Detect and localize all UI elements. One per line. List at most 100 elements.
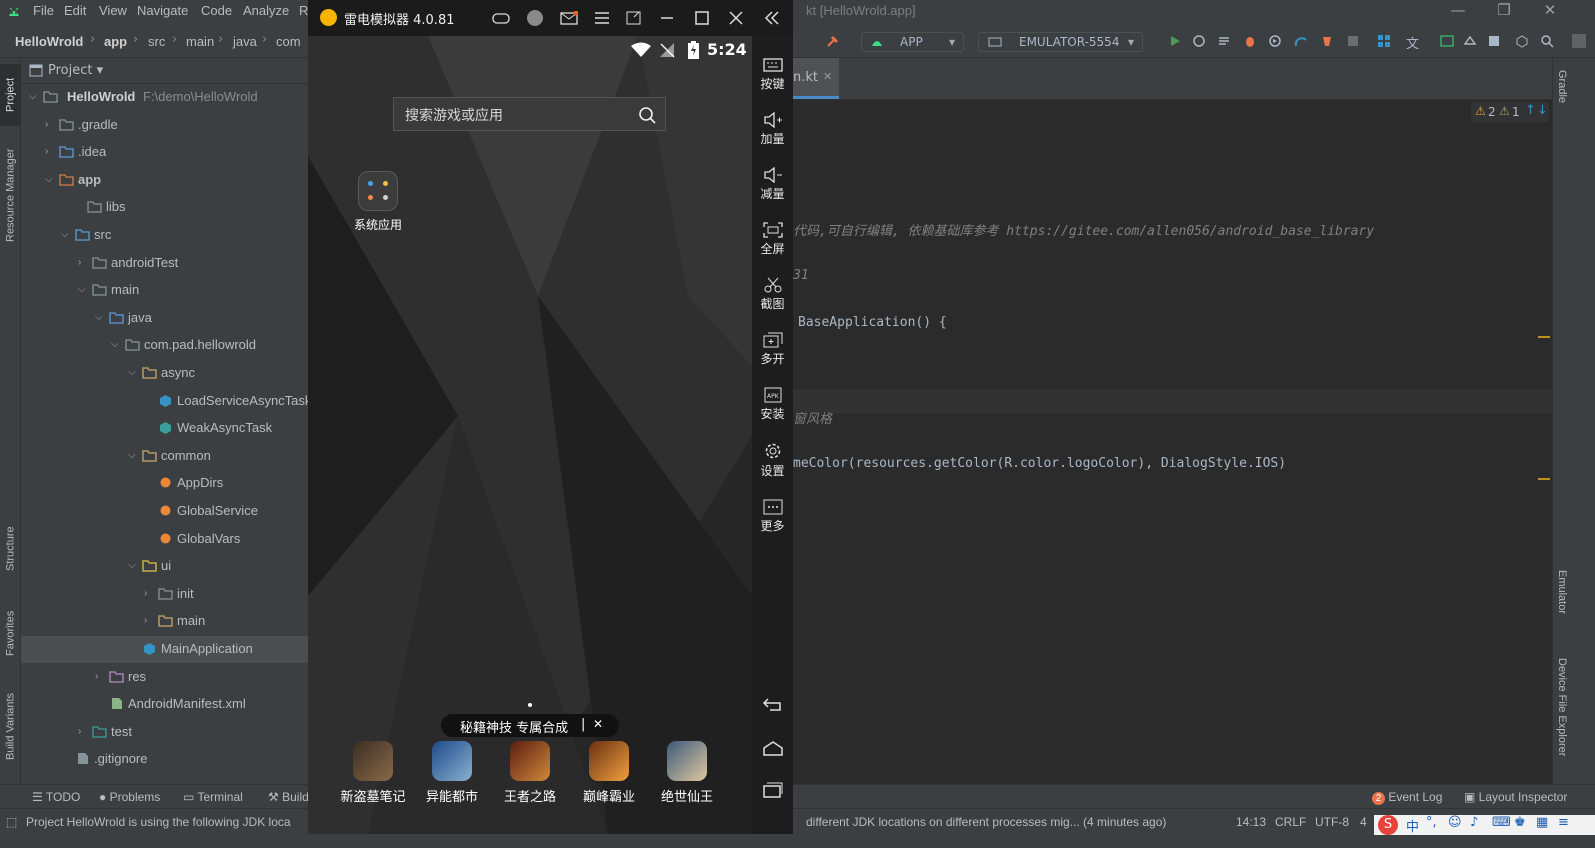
search-input[interactable]: 搜索游戏或应用 — [405, 105, 503, 125]
terminal-icon[interactable] — [1440, 34, 1454, 48]
chevron-right-icon[interactable]: › — [95, 671, 105, 682]
chevron-down-icon[interactable]: ⌵ — [61, 229, 71, 240]
tab-close-icon[interactable]: ✕ — [823, 70, 832, 83]
project-tree-item[interactable]: AppDirs — [21, 470, 313, 497]
stop-icon[interactable] — [1346, 34, 1360, 48]
volume-down-button[interactable]: 减量 — [752, 161, 793, 216]
emulator-close-icon[interactable] — [728, 11, 744, 25]
chevron-right-icon[interactable]: › — [78, 726, 88, 737]
avd-manager-icon[interactable] — [1487, 34, 1501, 48]
multi-instance-button[interactable]: 多开 — [752, 326, 793, 381]
tool-window-emulator[interactable]: Emulator — [1556, 570, 1568, 614]
ime-keyboard-icon[interactable]: ⌨ — [1492, 815, 1511, 830]
gamepad-icon[interactable] — [492, 11, 510, 25]
breadcrumb-src[interactable]: src — [148, 34, 165, 49]
resize-icon[interactable] — [626, 11, 642, 25]
project-tree-item[interactable]: ⌵ com.pad.hellowrold — [21, 332, 313, 359]
game-icon-2[interactable] — [432, 741, 472, 781]
emulator-maximize-icon[interactable] — [694, 11, 710, 25]
close-icon[interactable]: ✕ — [1530, 0, 1570, 24]
project-tree-item[interactable]: › main — [21, 608, 313, 635]
project-tree-item[interactable]: libs — [21, 194, 313, 221]
screenshot-button[interactable]: 截图 — [752, 271, 793, 326]
game-label-4[interactable]: 巅峰霸业 — [569, 786, 649, 805]
project-tree-item[interactable]: ⌵ ui — [21, 553, 313, 580]
plugins-icon[interactable] — [1515, 34, 1529, 48]
inspection-widget[interactable]: ⚠ 2 ⚠ 1 ↑ ↓ — [1471, 102, 1549, 122]
translate-icon[interactable]: 文 — [1406, 33, 1419, 52]
game-label-3[interactable]: 王者之路 — [490, 786, 570, 805]
tool-window-structure[interactable]: Structure — [0, 514, 21, 584]
chevron-right-icon[interactable]: › — [78, 257, 88, 268]
status-message-tail[interactable]: different JDK locations on different pro… — [806, 815, 1166, 829]
editor-tab-active[interactable]: n.kt ✕ — [789, 58, 839, 99]
device-select[interactable]: EMULATOR-5554 ▾ — [978, 32, 1143, 52]
tool-window-resource-manager[interactable]: Resource Manager — [0, 140, 21, 250]
project-tree-item[interactable]: › res — [21, 664, 313, 691]
game-icon-3[interactable] — [510, 741, 550, 781]
chevron-right-icon[interactable]: › — [144, 588, 154, 599]
ime-menu-icon[interactable]: ≡ — [1558, 815, 1569, 830]
project-tree-item[interactable]: › .gradle — [21, 112, 313, 139]
breadcrumb-main[interactable]: main — [186, 34, 214, 49]
tool-window-build-variants[interactable]: Build Variants — [0, 680, 21, 772]
settings-button[interactable]: 设置 — [752, 436, 793, 491]
chevron-down-icon[interactable]: ⌵ — [95, 312, 105, 323]
back-icon[interactable] — [762, 696, 784, 712]
project-tree-item[interactable]: GlobalService — [21, 498, 313, 525]
game-icon-1[interactable] — [353, 741, 393, 781]
android-debug-icon[interactable] — [1320, 34, 1334, 48]
game-icon-5[interactable] — [667, 741, 707, 781]
tool-window-device-file-explorer[interactable]: Device File Explorer — [1556, 658, 1568, 756]
project-tree-item[interactable]: › init — [21, 581, 313, 608]
fullscreen-button[interactable]: 全屏 — [752, 216, 793, 271]
breadcrumb-project[interactable]: HelloWrold — [15, 34, 83, 49]
status-message[interactable]: Project HelloWrold is using the followin… — [26, 815, 291, 829]
menu-navigate[interactable]: Navigate — [137, 3, 188, 18]
chevron-down-icon[interactable]: ⌵ — [128, 367, 138, 378]
game-icon-4[interactable] — [589, 741, 629, 781]
project-tree-item[interactable]: ⌵ main — [21, 277, 313, 304]
menu-file[interactable]: File — [33, 3, 54, 18]
system-apps-folder-icon[interactable] — [358, 171, 398, 211]
device-manager-icon[interactable] — [1377, 34, 1391, 48]
menu-refactor[interactable]: R — [299, 3, 308, 18]
more-button[interactable]: 更多 — [752, 493, 793, 548]
home-icon[interactable] — [762, 740, 784, 756]
apply-code-changes-icon[interactable] — [1217, 34, 1231, 48]
project-tree-item[interactable]: › .idea — [21, 139, 313, 166]
install-apk-button[interactable]: APK 安装 — [752, 381, 793, 436]
breadcrumb-java[interactable]: java — [233, 34, 257, 49]
run-config-select[interactable]: APP ▾ — [861, 32, 964, 52]
next-highlight-icon[interactable]: ↓ — [1537, 103, 1548, 118]
debug-icon[interactable] — [1243, 34, 1257, 48]
attach-debugger-icon[interactable] — [1294, 34, 1308, 48]
project-tree-item[interactable]: › androidTest — [21, 250, 313, 277]
tool-window-favorites[interactable]: Favorites — [0, 598, 21, 668]
ime-skin-icon[interactable]: ♚ — [1514, 815, 1526, 830]
tool-window-gradle[interactable]: Gradle — [1556, 70, 1568, 103]
ime-emoji-icon[interactable]: ☺ — [1448, 815, 1462, 830]
chevron-right-icon[interactable]: › — [45, 146, 55, 157]
apply-changes-icon[interactable] — [1192, 34, 1206, 48]
search-icon[interactable] — [1540, 34, 1554, 48]
menu-code[interactable]: Code — [201, 3, 232, 18]
promo-banner-close[interactable]: ✕ — [593, 717, 603, 731]
ime-voice-icon[interactable]: ♪ — [1470, 815, 1478, 830]
game-label-5[interactable]: 绝世仙王 — [647, 786, 727, 805]
file-encoding[interactable]: UTF-8 — [1315, 815, 1349, 829]
chevron-down-icon[interactable]: ⌵ — [78, 284, 88, 295]
breadcrumb-com[interactable]: com — [276, 34, 301, 49]
project-tree-item[interactable]: › test — [21, 719, 313, 746]
profile-icon[interactable] — [1268, 34, 1282, 48]
breadcrumb-app[interactable]: app — [104, 34, 127, 49]
warning-marker[interactable] — [1538, 478, 1550, 480]
warning-marker[interactable] — [1538, 336, 1550, 338]
project-tree-item[interactable]: LoadServiceAsyncTask — [21, 388, 313, 415]
ime-punct-icon[interactable]: °, — [1426, 815, 1437, 830]
user-avatar-icon[interactable] — [527, 10, 543, 26]
chevron-down-icon[interactable]: ⌵ — [128, 560, 138, 571]
menu-edit[interactable]: Edit — [64, 3, 86, 18]
indent-setting[interactable]: 4 — [1360, 815, 1367, 829]
project-tree-item[interactable]: ⌵ HelloWrold F:\demo\HelloWrold — [21, 84, 313, 111]
